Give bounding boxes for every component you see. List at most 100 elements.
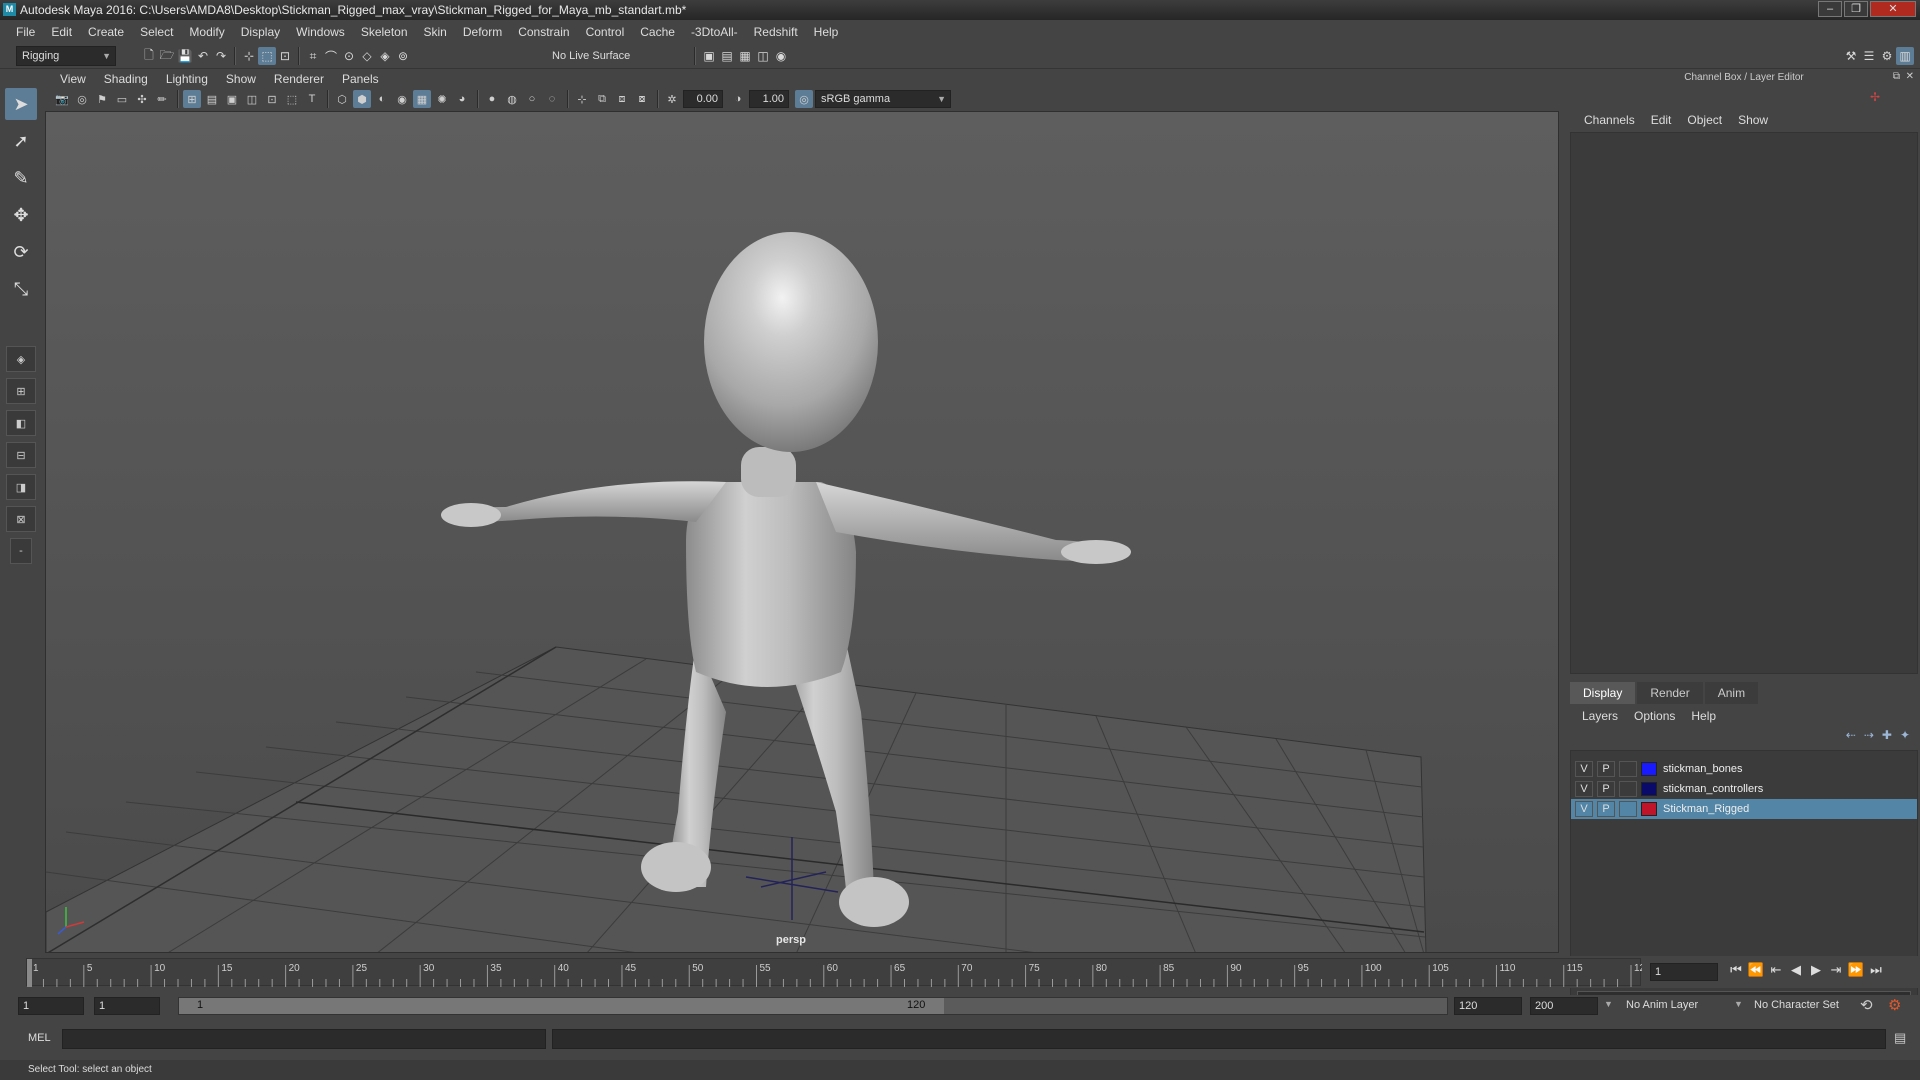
lasso-tool-icon[interactable]: ➚	[5, 125, 37, 157]
anim-layer-dropdown[interactable]: No Anim Layer	[1626, 999, 1698, 1011]
persp-outliner-layout-icon[interactable]: ◧	[6, 410, 36, 436]
menu-display[interactable]: Display	[233, 25, 288, 39]
textured-icon[interactable]: ▦	[413, 90, 431, 108]
panel-menu-show[interactable]: Show	[217, 72, 265, 86]
range-slider[interactable]: 1 120	[178, 997, 1448, 1015]
le-menu-help[interactable]: Help	[1683, 709, 1724, 723]
menu-skin[interactable]: Skin	[416, 25, 455, 39]
step-forward-key-icon[interactable]: ⏩	[1846, 962, 1866, 978]
render-settings-icon[interactable]: ▦	[736, 47, 754, 65]
new-layer-selected-icon[interactable]: ✦	[1900, 728, 1910, 742]
play-forwards-icon[interactable]: ▶	[1806, 962, 1826, 978]
select-hierarchy-icon[interactable]: ⊹	[240, 47, 258, 65]
close-button[interactable]: ✕	[1870, 1, 1916, 17]
restore-button[interactable]: ❐	[1844, 1, 1868, 17]
snap-surface-icon[interactable]: ◈	[376, 47, 394, 65]
hypershade-icon[interactable]: ◫	[754, 47, 772, 65]
hypershade-layout-icon[interactable]: ⊠	[6, 506, 36, 532]
grease-pencil-icon[interactable]: ✏	[153, 90, 171, 108]
anti-aliasing-icon[interactable]: ○	[523, 90, 541, 108]
layer-row[interactable]: V P Stickman_Rigged	[1571, 799, 1917, 819]
step-forward-frame-icon[interactable]: ⇥	[1826, 962, 1846, 978]
xray-joints-icon[interactable]: ⧈	[613, 90, 631, 108]
select-object-icon[interactable]: ⬚	[258, 47, 276, 65]
menu-control[interactable]: Control	[578, 25, 633, 39]
current-time-marker[interactable]	[27, 959, 32, 987]
select-tool-icon[interactable]: ➤	[5, 88, 37, 120]
le-menu-options[interactable]: Options	[1626, 709, 1683, 723]
exposure-icon[interactable]: ✲	[663, 90, 681, 108]
screen-space-ao-icon[interactable]: ●	[483, 90, 501, 108]
menu-constrain[interactable]: Constrain	[510, 25, 577, 39]
menu-redshift[interactable]: Redshift	[746, 25, 806, 39]
wireframe-on-shaded-icon[interactable]: ◉	[393, 90, 411, 108]
menuset-dropdown[interactable]: Rigging ▼	[16, 46, 116, 66]
isolate-select-icon[interactable]: ⊹	[573, 90, 591, 108]
tab-render[interactable]: Render	[1637, 682, 1703, 704]
playback-start-field[interactable]: 1	[94, 997, 160, 1015]
menu-3dtoall[interactable]: -3DtoAll-	[683, 25, 746, 39]
menu-select[interactable]: Select	[132, 25, 181, 39]
persp-graph-layout-icon[interactable]: ⊟	[6, 442, 36, 468]
motion-blur-icon[interactable]: ◍	[503, 90, 521, 108]
open-scene-icon[interactable]: 🗁	[158, 47, 176, 65]
script-language-label[interactable]: MEL	[28, 1032, 51, 1044]
layer-color-swatch[interactable]	[1641, 782, 1657, 796]
color-space-dropdown[interactable]: sRGB gamma ▼	[815, 90, 951, 108]
chevron-down-icon[interactable]: ▼	[1604, 999, 1613, 1009]
playback-end-field[interactable]: 120	[1454, 997, 1522, 1015]
cb-menu-show[interactable]: Show	[1730, 113, 1776, 127]
manipulator-icon[interactable]: ✢	[1870, 90, 1880, 104]
auto-key-icon[interactable]: ⟲	[1860, 996, 1873, 1014]
bookmark-icon[interactable]: ⚑	[93, 90, 111, 108]
snap-view-plane-icon[interactable]: ◇	[358, 47, 376, 65]
ipr-render-icon[interactable]: ▤	[718, 47, 736, 65]
panel-menu-shading[interactable]: Shading	[95, 72, 157, 86]
paint-select-icon[interactable]: ✎	[5, 162, 37, 194]
attribute-editor-icon[interactable]: ☰	[1860, 47, 1878, 65]
play-backwards-icon[interactable]: ◀	[1786, 962, 1806, 978]
wireframe-icon[interactable]: ⬡	[333, 90, 351, 108]
modeling-toolkit-icon[interactable]: ⚒	[1842, 47, 1860, 65]
layer-type-toggle[interactable]	[1619, 801, 1637, 817]
le-menu-layers[interactable]: Layers	[1574, 709, 1626, 723]
layer-playback-toggle[interactable]: P	[1597, 801, 1615, 817]
layer-type-toggle[interactable]	[1619, 781, 1637, 797]
layer-visibility-toggle[interactable]: V	[1575, 761, 1593, 777]
use-lights-icon[interactable]: ✺	[433, 90, 451, 108]
chevron-down-icon[interactable]: ▼	[1734, 999, 1743, 1009]
menu-create[interactable]: Create	[80, 25, 132, 39]
start-time-field[interactable]: 1	[18, 997, 84, 1015]
cb-menu-channels[interactable]: Channels	[1576, 113, 1643, 127]
film-gate-icon[interactable]: ▤	[203, 90, 221, 108]
move-layer-down-icon[interactable]: ⇢	[1864, 728, 1874, 742]
gamma-icon[interactable]: ◑	[729, 90, 747, 108]
resolution-gate-icon[interactable]: ▣	[223, 90, 241, 108]
layer-color-swatch[interactable]	[1641, 802, 1657, 816]
script-editor-icon[interactable]: ▤	[1894, 1030, 1906, 1046]
menu-edit[interactable]: Edit	[43, 25, 80, 39]
panel-menu-renderer[interactable]: Renderer	[265, 72, 333, 86]
tab-display[interactable]: Display	[1570, 682, 1636, 704]
four-view-layout-icon[interactable]: ⊞	[6, 378, 36, 404]
undo-icon[interactable]: ↶	[194, 47, 212, 65]
grid-icon[interactable]: ⊞	[183, 90, 201, 108]
move-tool-icon[interactable]: ✥	[5, 199, 37, 231]
field-chart-icon[interactable]: ⊡	[263, 90, 281, 108]
xray-components-icon[interactable]: ⧇	[633, 90, 651, 108]
default-material-icon[interactable]: ◐	[373, 90, 391, 108]
xray-icon[interactable]: ⧉	[593, 90, 611, 108]
layer-row[interactable]: V P stickman_controllers	[1571, 779, 1917, 799]
cb-menu-edit[interactable]: Edit	[1643, 113, 1680, 127]
channel-box-icon[interactable]: ▥	[1896, 47, 1914, 65]
minimize-button[interactable]: ‒	[1818, 1, 1842, 17]
panel-menu-panels[interactable]: Panels	[333, 72, 388, 86]
snap-point-icon[interactable]: ⊙	[340, 47, 358, 65]
layer-playback-toggle[interactable]: P	[1597, 761, 1615, 777]
time-slider[interactable]: 1 5 10 15 20 25 30 35 40 45 50 55 60 65 70 75 80 85 90 95 10…	[26, 958, 1651, 987]
shadows-icon[interactable]: ◕	[453, 90, 471, 108]
live-surface-label[interactable]: No Live Surface	[552, 47, 630, 65]
menu-deform[interactable]: Deform	[455, 25, 510, 39]
command-input[interactable]	[62, 1029, 546, 1049]
perspective-viewport[interactable]: persp M	[45, 111, 1559, 953]
